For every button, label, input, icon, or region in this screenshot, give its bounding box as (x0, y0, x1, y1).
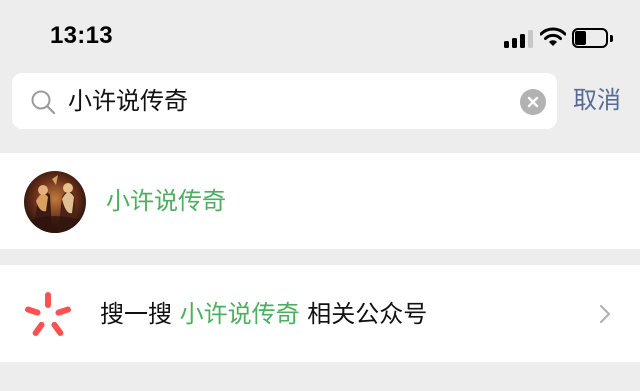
search-bar[interactable]: 小许说传奇 (12, 73, 557, 129)
account-name: 小许说传奇 (106, 187, 226, 215)
clear-icon[interactable] (520, 89, 546, 115)
chevron-right-icon (599, 304, 611, 324)
search-icon (31, 90, 56, 115)
related-prefix: 搜一搜 (100, 300, 172, 328)
battery-icon (572, 28, 616, 50)
sousou-icon (25, 292, 71, 336)
wifi-icon (540, 27, 566, 46)
related-keyword: 小许说传奇 (179, 300, 300, 328)
related-search-text: 搜一搜 小许说传奇 相关公众号 (100, 298, 427, 330)
status-bar: 13:13 (0, 0, 640, 70)
status-time: 13:13 (50, 22, 113, 49)
sousou-related-row[interactable]: 搜一搜 小许说传奇 相关公众号 (0, 265, 640, 362)
search-input[interactable]: 小许说传奇 (68, 85, 188, 117)
battery-level (575, 31, 586, 45)
account-result-row[interactable]: 小许说传奇 (0, 153, 640, 249)
cancel-button[interactable]: 取消 (573, 84, 621, 116)
avatar (24, 171, 86, 233)
signal-icon (504, 30, 534, 48)
related-suffix: 相关公众号 (307, 300, 428, 328)
